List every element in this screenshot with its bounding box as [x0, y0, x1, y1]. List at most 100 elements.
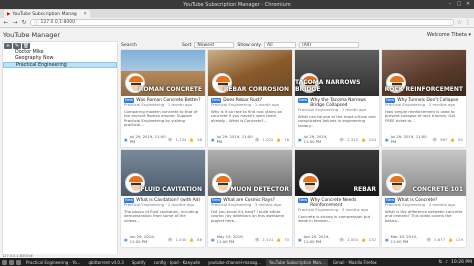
video-thumbnail[interactable]: MUON DETECTOR	[208, 150, 292, 196]
system-tray: ⇅ ♪ 10:26 PM	[438, 260, 472, 265]
thumbnail-caption: ROCK REINFORCEMENT	[384, 86, 463, 93]
network-icon[interactable]: ⇅	[438, 260, 442, 265]
thumbnail-caption: MUON DETECTOR	[230, 186, 289, 193]
video-description: What is the difference between concrete …	[385, 209, 463, 223]
video-card[interactable]: ROCK REINFORCEMENT New Why Tunnels Don't…	[382, 50, 466, 147]
new-badge: New	[298, 197, 309, 203]
window-controls: – □ ✕	[447, 1, 471, 7]
like-icon: 👍	[189, 236, 195, 242]
video-age: 3 months ago	[341, 207, 369, 212]
video-grid: ROMAN CONCRETE New Was Roman Concrete Be…	[121, 50, 470, 247]
search-input[interactable]: Search	[121, 43, 179, 48]
views-icon: 👁	[339, 236, 345, 242]
launcher-icon[interactable]	[2, 259, 7, 265]
video-description: Why is it so rare to find rust stains on…	[211, 109, 283, 123]
channel-name[interactable]: Practical Engineering	[385, 102, 425, 107]
video-description: Comparing modern concrete to that of the…	[124, 109, 198, 127]
video-age: 3 months ago	[254, 202, 282, 207]
video-thumbnail[interactable]: REBAR	[295, 150, 379, 196]
launcher-icon[interactable]	[9, 259, 14, 265]
video-meta: New Why Tunnels Don't Collapse Practical…	[382, 96, 466, 132]
like-count: 88	[197, 236, 202, 242]
extra-filter-value: (All)	[302, 42, 312, 48]
view-count: 1,234	[175, 136, 187, 142]
browser-tab[interactable]: ▶ YouTube Subscription Manag ✕	[4, 10, 90, 18]
taskbar-window-button[interactable]: Spotify	[129, 259, 149, 266]
app-title: YouTube Manager	[3, 30, 60, 39]
video-thumbnail[interactable]: TACOMA NARROWS BRIDGE	[295, 50, 379, 96]
extra-filter-select[interactable]: (All)	[299, 42, 359, 48]
minimize-icon[interactable]: –	[447, 1, 453, 7]
maximize-icon[interactable]: □	[456, 1, 462, 7]
tab-close-icon[interactable]: ✕	[83, 12, 87, 17]
info-icon: ⓘ	[34, 20, 39, 26]
channel-name[interactable]: Practical Engineering	[124, 102, 164, 107]
channel-name[interactable]: Practical Engineering	[298, 107, 338, 112]
show-only-select[interactable]: All	[264, 42, 296, 48]
browser-menu-icon[interactable]: ⋮	[465, 19, 471, 26]
like-icon: 👍	[448, 236, 453, 242]
thumbnail-caption: REBAR CORROSION	[223, 86, 289, 93]
publish-date: Jul 29, 2019, 11:00 PM	[129, 134, 166, 144]
channel-name[interactable]: Practical Engineering	[124, 202, 164, 207]
video-meta: New Was Roman Concrete Better? Practical…	[121, 96, 205, 132]
channel-name[interactable]: Practical Engineering	[385, 202, 425, 207]
forward-icon[interactable]: →	[12, 19, 18, 26]
publish-date: Apr 29, 2019, 11:00 PM	[303, 234, 330, 244]
video-card[interactable]: MUON DETECTOR New What are Cosmic Rays? …	[208, 150, 292, 247]
address-bar[interactable]: ⓘ 127.0.0.1:8000	[30, 19, 454, 26]
calendar-icon: ▣	[298, 236, 302, 242]
video-thumbnail[interactable]: CONCRETE 101	[382, 150, 466, 196]
like-count: 98	[197, 136, 202, 142]
bookmark-star-icon[interactable]: ☆	[457, 19, 462, 26]
sidebar-item-practical-engineering[interactable]: Practical Engineering	[3, 62, 117, 68]
calendar-icon: ▣	[124, 236, 128, 242]
channel-name[interactable]: Practical Engineering	[298, 207, 338, 212]
edit-folder-button[interactable]: ✎	[13, 43, 21, 49]
channel-logo-icon	[299, 173, 319, 193]
taskbar-window-button[interactable]: Gmail - Mozilla Firefox	[330, 259, 380, 266]
calendar-icon: ▣	[385, 236, 389, 242]
taskbar-window-button[interactable]: config - Ipad - Kanyude	[151, 259, 203, 266]
video-footer: ▣ Jul 29, 2019, 11:00 PM 👁 987 👍 61	[385, 134, 463, 144]
tab-strip: ▶ YouTube Subscription Manag ✕	[0, 9, 474, 18]
view-count: 1,101	[262, 236, 274, 242]
url-text: 127.0.0.1:8000	[40, 20, 75, 25]
video-thumbnail[interactable]: ROMAN CONCRETE	[121, 50, 205, 96]
add-folder-button[interactable]: +	[4, 43, 12, 49]
delete-folder-button[interactable]: 🗑	[22, 43, 30, 49]
launcher-icon[interactable]	[16, 259, 21, 265]
video-card[interactable]: CONCRETE 101 New What is Concrete? Pract…	[382, 150, 466, 247]
video-card[interactable]: REBAR CORROSION New Does Rebar Rust? Pra…	[208, 50, 292, 147]
video-thumbnail[interactable]: ROCK REINFORCEMENT	[382, 50, 466, 96]
video-panel: Search Sort Newest Show only All (All) R…	[121, 41, 470, 255]
taskbar-window-button[interactable]: Practical Engineering - Yo...	[23, 259, 83, 266]
clock[interactable]: 10:26 PM	[451, 260, 472, 265]
video-footer: ▣ May 19, 2019, 11:00 PM 👁 1,101 👍 70	[211, 234, 289, 244]
like-count: 70	[284, 236, 289, 242]
thumbnail-caption: TACOMA NARROWS BRIDGE	[295, 79, 361, 93]
video-meta: New What is Cavitation? (with Ad) Practi…	[121, 196, 205, 232]
video-card[interactable]: ROMAN CONCRETE New Was Roman Concrete Be…	[121, 50, 205, 147]
volume-icon[interactable]: ♪	[445, 260, 448, 265]
taskbar-window-button[interactable]: qbittorrent v4.0.3	[85, 259, 126, 266]
taskbar-window-button[interactable]: YouTube Subscription Man...	[265, 258, 328, 266]
taskbar-window-button[interactable]: youtube-channel-manag...	[205, 259, 264, 266]
channel-name[interactable]: Practical Engineering	[211, 202, 251, 207]
video-card[interactable]: TACOMA NARROWS BRIDGE New Why the Tacoma…	[295, 50, 379, 147]
video-footer: ▣ Apr 29, 2019, 11:00 PM 👁 2,004 👍 132	[298, 234, 376, 244]
video-thumbnail[interactable]: REBAR CORROSION	[208, 50, 292, 96]
video-card[interactable]: FLUID CAVITATION New What is Cavitation?…	[121, 150, 205, 247]
reload-icon[interactable]: ↻	[21, 19, 27, 26]
user-menu[interactable]: Welcome Tibeta ▾	[427, 32, 471, 38]
video-card[interactable]: REBAR New Why Concrete Needs Reinforceme…	[295, 150, 379, 247]
video-description: The basics of fluid cavitation, includin…	[124, 209, 199, 223]
view-count: 2,004	[347, 236, 359, 242]
channel-name[interactable]: Practical Engineering	[211, 102, 251, 107]
close-icon[interactable]: ✕	[465, 1, 471, 7]
back-icon[interactable]: ←	[3, 19, 9, 26]
tab-title: YouTube Subscription Manag	[12, 11, 77, 17]
sort-select[interactable]: Newest	[194, 42, 235, 48]
video-thumbnail[interactable]: FLUID CAVITATION	[121, 150, 205, 196]
app-header: YouTube Manager Welcome Tibeta ▾	[0, 28, 474, 41]
